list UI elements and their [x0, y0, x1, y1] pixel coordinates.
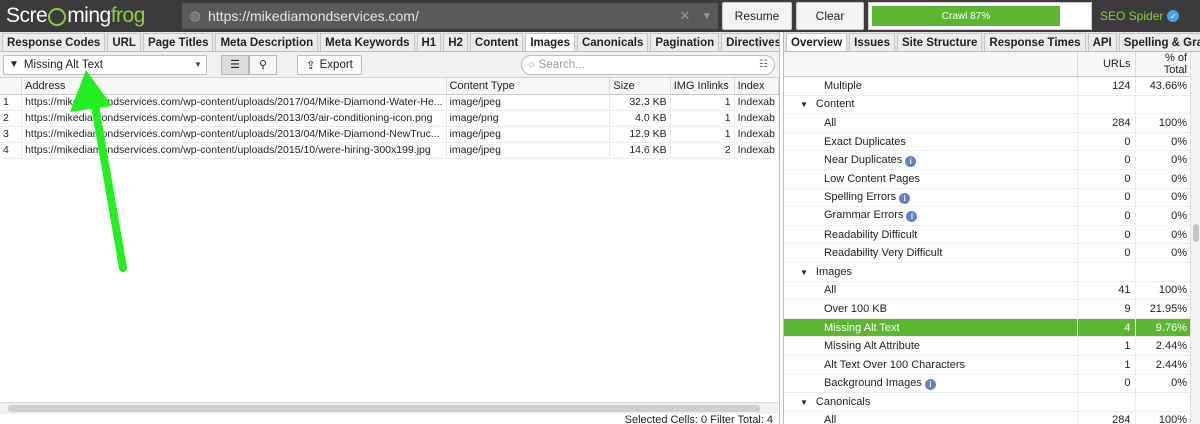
- annotation-arrow: [70, 70, 127, 272]
- arrow-head: [70, 70, 112, 112]
- app-window: Scre ming frog ◍ https://mikediamondserv…: [0, 0, 1200, 424]
- arrow-shaft: [90, 96, 127, 272]
